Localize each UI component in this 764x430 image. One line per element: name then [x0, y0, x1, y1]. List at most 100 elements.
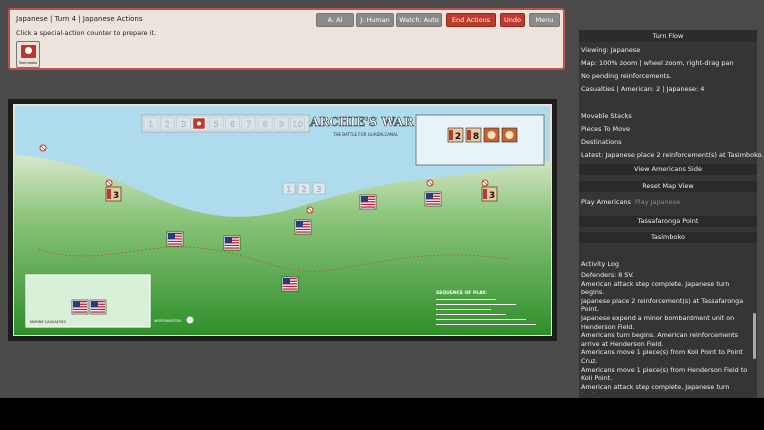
turn-track-number: 2	[165, 120, 170, 129]
japanese-unit-value: 3	[113, 191, 119, 201]
turn-track-number: 5	[214, 120, 219, 129]
board-subtitle: THE BATTLE FOR GUADALCANAL	[332, 132, 399, 137]
turn-track-number: 6	[230, 120, 235, 129]
sequence-line	[436, 299, 496, 300]
flag-stripe	[296, 231, 310, 233]
undo-button[interactable]: Undo	[500, 13, 525, 27]
flag-canton	[296, 221, 303, 227]
turn-track-number: 3	[181, 120, 186, 129]
no-entry-marker	[481, 179, 489, 187]
viewing-label: Viewing: Japanese	[581, 46, 641, 54]
log-entry: Americans move 1 piece(s) from Koli Poin…	[581, 348, 743, 365]
action-panel: Japanese | Turn 4 | Japanese Actions Cli…	[8, 8, 565, 70]
japanese-special-counter[interactable]	[501, 127, 518, 143]
american-unit[interactable]	[166, 231, 184, 247]
special-counter-label: Tasimboko	[18, 61, 38, 65]
no-entry-marker	[306, 206, 314, 214]
flag-canton	[91, 301, 98, 307]
american-unit[interactable]	[359, 194, 377, 210]
flag-stripe	[225, 244, 239, 247]
american-unit[interactable]	[281, 276, 299, 292]
destinations-label: Destinations	[581, 138, 622, 146]
flag-stripe	[361, 206, 375, 208]
rising-sun-icon	[487, 131, 496, 139]
american-ai-button[interactable]: A: AI	[316, 13, 354, 27]
end-actions-button[interactable]: End Actions	[446, 13, 496, 27]
japanese-unit-stripe	[467, 130, 471, 140]
pieces-to-move-label: Pieces To Move	[581, 125, 630, 133]
turn-track-number: 7	[246, 120, 251, 129]
turn-track-number: 1	[148, 120, 153, 129]
turn-track-number: 10	[293, 120, 303, 129]
publisher-label: WORTHINGTON	[154, 319, 181, 323]
side-panel: Turn Flow Viewing: Japanese Map: 100% zo…	[579, 30, 764, 398]
rising-sun-icon	[505, 131, 514, 139]
casualties-status: Casualties | American: 2 | Japanese: 4	[581, 85, 705, 93]
flag-canton	[225, 237, 232, 243]
special-action-counter-tasimboko[interactable]: Tasimboko	[16, 41, 40, 68]
american-unit[interactable]	[424, 191, 442, 207]
flag-stripe	[91, 308, 105, 311]
flag-stripe	[225, 247, 239, 249]
japanese-human-button[interactable]: J: Human	[356, 13, 394, 27]
publisher-logo	[186, 316, 194, 324]
reinforcement-track-number: 3	[316, 185, 321, 194]
flag-stripe	[91, 311, 105, 313]
japanese-unit-value: 8	[473, 132, 479, 142]
japanese-unit-tasimboko[interactable]: 3	[481, 186, 498, 202]
flag-canton	[361, 196, 368, 202]
no-entry-marker	[39, 144, 47, 152]
play-americans-button[interactable]: Play Americans	[581, 198, 631, 206]
rising-sun-icon	[197, 121, 201, 126]
bottom-bar	[0, 398, 764, 430]
japanese-unit-stripe	[483, 189, 487, 199]
american-casualty[interactable]	[71, 299, 89, 315]
american-unit[interactable]	[223, 235, 241, 251]
japanese-unit-west[interactable]: 3	[105, 186, 122, 202]
destination-tasimboko-button[interactable]: Tasimboko	[579, 232, 757, 243]
log-entry: American attack step complete. Japanese …	[581, 279, 730, 297]
reinforcements-status: No pending reinforcements.	[581, 72, 672, 80]
turn-flow-header: Turn Flow	[579, 30, 757, 42]
view-americans-button[interactable]: View Americans Side	[579, 164, 757, 175]
menu-button[interactable]: Menu	[529, 13, 560, 27]
reinforcement-track-number: 2	[301, 185, 306, 194]
sequence-line	[436, 324, 536, 325]
sequence-line	[436, 309, 491, 310]
flag-canton	[73, 301, 80, 307]
sequence-line	[436, 314, 506, 315]
flag-stripe	[426, 200, 440, 203]
destination-tassafaronga-button[interactable]: Tassafaronga Point	[579, 216, 757, 227]
sequence-line	[436, 319, 526, 320]
movable-stacks-label: Movable Stacks	[581, 112, 632, 120]
flag-canton	[426, 193, 433, 199]
japanese-special-counter[interactable]	[483, 127, 500, 143]
watch-auto-button[interactable]: Watch: Auto	[396, 13, 442, 27]
flag-stripe	[168, 243, 182, 245]
japanese-reinforcement-counter[interactable]: 2	[447, 127, 464, 143]
american-casualty[interactable]	[89, 299, 107, 315]
no-entry-marker	[105, 179, 113, 187]
sequence-line	[436, 304, 516, 305]
special-action-chip	[21, 45, 36, 58]
japanese-reinforcement-counter[interactable]: 8	[465, 127, 482, 143]
game-board[interactable]: 12345678910 ARCHIE'S WAR THE BATTLE FOR …	[8, 99, 557, 341]
reset-map-button[interactable]: Reset Map View	[579, 181, 757, 192]
marine-casualties-label: MARINE CASUALTIES	[30, 320, 67, 324]
board-map[interactable]: 12345678910 ARCHIE'S WAR THE BATTLE FOR …	[8, 99, 557, 341]
flag-stripe	[168, 240, 182, 243]
log-entry: Japanese expend a minor bombardment unit…	[581, 313, 735, 331]
sequence-of-play-title: SEQUENCE OF PLAY:	[436, 290, 487, 296]
activity-log-scrollbar[interactable]	[753, 313, 756, 359]
board-title: ARCHIE'S WAR	[309, 115, 414, 129]
log-entry: Americans turn begins. American reinforc…	[581, 331, 739, 348]
flag-canton	[168, 233, 175, 239]
action-hint: Click a special-action counter to prepar…	[16, 29, 157, 37]
play-japanese-button[interactable]: Play Japanese	[635, 198, 680, 206]
flag-stripe	[426, 203, 440, 205]
activity-log[interactable]: Defenders: 8 SV. American attack step com…	[581, 271, 749, 393]
american-unit[interactable]	[294, 219, 312, 235]
latest-event: Latest: Japanese place 2 reinforcement(s…	[581, 151, 764, 159]
flag-stripe	[283, 285, 297, 288]
turn-status: Japanese | Turn 4 | Japanese Actions	[16, 15, 143, 23]
